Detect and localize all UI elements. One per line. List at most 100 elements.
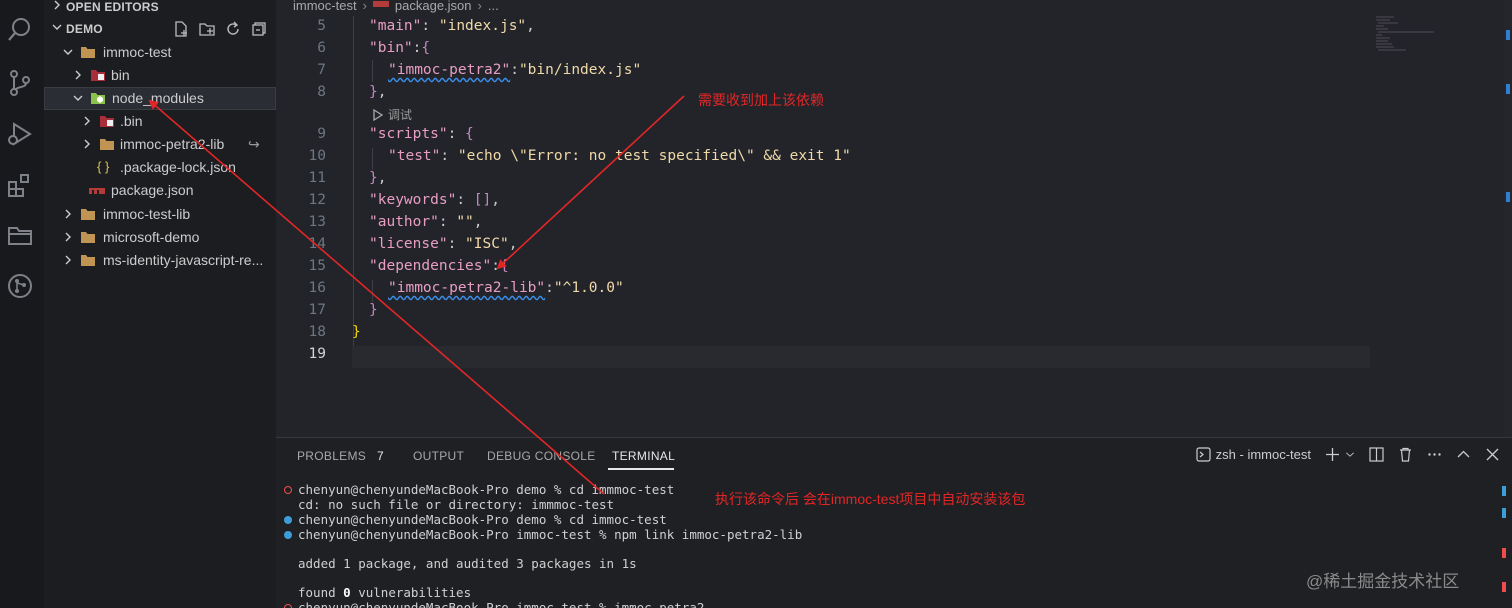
code-line: 13 "author": "",: [276, 212, 1512, 234]
tree-folder-immoc-test[interactable]: immoc-test: [44, 41, 276, 64]
scroll-marker: [1502, 486, 1506, 496]
tree-folder-dot-bin[interactable]: .bin: [44, 110, 276, 133]
json-file-icon: { }: [97, 159, 110, 174]
tree-folder-node-modules[interactable]: node_modules: [44, 87, 276, 110]
more-actions-button[interactable]: [1427, 447, 1442, 462]
chevron-right-icon: [65, 209, 71, 219]
chevron-right-icon: ›: [477, 0, 482, 13]
tree-label: bin: [111, 67, 130, 83]
code-line: 15 "dependencies":{: [276, 256, 1512, 278]
run-debug-icon[interactable]: [6, 120, 34, 148]
tree-label: .package-lock.json: [120, 159, 236, 175]
breadcrumb-item[interactable]: package.json: [395, 0, 472, 13]
line-number: 16: [308, 280, 326, 296]
debug-codelens[interactable]: 调试: [372, 106, 412, 123]
watermark: @稀土掘金技术社区: [1306, 572, 1460, 591]
terminal-icon: [1196, 447, 1211, 462]
extensions-icon[interactable]: [6, 172, 34, 200]
new-folder-icon[interactable]: [198, 20, 216, 38]
tree-folder-ms-identity[interactable]: ms-identity-javascript-re...: [44, 249, 276, 272]
command-success-icon: [284, 516, 292, 524]
terminal-line: chenyun@chenyundeMacBook-Pro immoc-test …: [298, 527, 803, 542]
terminal-line: cd: no such file or directory: immmoc-te…: [298, 497, 615, 512]
problems-count-badge: 7: [377, 449, 384, 463]
kill-terminal-button[interactable]: [1398, 447, 1413, 462]
line-number: 15: [308, 258, 326, 274]
code-line: 12 "keywords": [],: [276, 190, 1512, 212]
terminal-selector[interactable]: zsh - immoc-test: [1196, 447, 1311, 462]
workspace-header[interactable]: DEMO: [44, 19, 276, 39]
chevron-right-icon: ›: [362, 0, 367, 13]
tree-label: immoc-test-lib: [103, 206, 191, 222]
chevron-right-icon: [65, 255, 71, 265]
line-number: 8: [317, 84, 326, 100]
bin-folder-icon: [100, 116, 114, 127]
terminal-line: found 0 vulnerabilities: [298, 585, 472, 600]
split-icon: [1369, 447, 1384, 462]
tree-label: immoc-petra2-lib: [120, 136, 225, 152]
refresh-icon[interactable]: [224, 20, 242, 38]
symlink-icon: ↪: [248, 136, 260, 152]
tree-file-package-lock[interactable]: { } .package-lock.json: [44, 156, 276, 179]
line-number: 6: [317, 40, 326, 56]
search-icon[interactable]: [6, 16, 34, 44]
tab-terminal[interactable]: TERMINAL: [612, 449, 675, 463]
scroll-marker: [1506, 84, 1510, 94]
breadcrumb-item[interactable]: ...: [488, 0, 499, 13]
tree-folder-bin[interactable]: bin: [44, 64, 276, 87]
chevron-right-icon: [84, 139, 90, 149]
terminal-scrollbar[interactable]: [1502, 478, 1508, 608]
line-number: 5: [317, 18, 326, 34]
folder-icon: [81, 209, 95, 220]
editor-scrollbar[interactable]: [1504, 0, 1512, 437]
tree-label: microsoft-demo: [103, 229, 200, 245]
collapse-all-icon[interactable]: [250, 20, 268, 38]
tree-label: .bin: [120, 113, 143, 129]
trash-icon: [1400, 447, 1411, 462]
maximize-panel-button[interactable]: [1456, 447, 1471, 462]
code-editor[interactable]: immoc-test › package.json › ... 5 "main"…: [276, 0, 1512, 437]
tree-label: node_modules: [112, 90, 204, 106]
close-panel-button[interactable]: [1485, 447, 1500, 462]
folder-icon: [100, 139, 114, 150]
code-line: 8 },: [276, 82, 1512, 104]
chevron-down-icon: [1346, 452, 1354, 457]
tree-folder-immoc-petra2-lib[interactable]: immoc-petra2-lib ↪: [44, 133, 276, 156]
terminal-line: chenyun@chenyundeMacBook-Pro demo % cd i…: [298, 482, 675, 497]
split-terminal-button[interactable]: [1369, 447, 1384, 462]
scroll-marker: [1502, 508, 1506, 518]
line-number: 9: [317, 126, 326, 142]
tab-output[interactable]: OUTPUT: [413, 449, 464, 463]
chevron-down-icon: [63, 49, 73, 55]
line-number: 18: [308, 324, 326, 340]
explorer-folder-icon[interactable]: [6, 221, 34, 249]
tab-debug-console[interactable]: DEBUG CONSOLE: [487, 449, 596, 463]
code-line: 5 "main": "index.js",: [276, 16, 1512, 38]
tree-folder-microsoft-demo[interactable]: microsoft-demo: [44, 226, 276, 249]
line-number: 10: [308, 148, 326, 164]
new-terminal-button[interactable]: [1325, 447, 1355, 462]
command-failed-icon: [284, 604, 292, 608]
code-line: 6 "bin":{: [276, 38, 1512, 60]
line-number: 14: [308, 236, 326, 252]
section-title: OPEN EDITORS: [66, 0, 159, 14]
breadcrumb-item[interactable]: immoc-test: [293, 0, 357, 13]
plus-icon: [1326, 448, 1339, 461]
chevron-right-icon: [84, 116, 90, 126]
tree-file-package-json[interactable]: package.json: [44, 179, 276, 202]
tab-problems[interactable]: PROBLEMS: [297, 449, 366, 463]
codelens-label: 调试: [388, 108, 413, 122]
open-editors-header[interactable]: OPEN EDITORS: [44, 0, 276, 17]
minimap[interactable]: [1374, 14, 1438, 54]
tree-label: ms-identity-javascript-re...: [103, 252, 264, 268]
ellipsis-icon: [1428, 453, 1441, 456]
terminal-line: chenyun@chenyundeMacBook-Pro immoc-test …: [298, 600, 705, 608]
code-line: 19: [276, 344, 1512, 366]
code-line: 9 "scripts": {: [276, 124, 1512, 146]
tree-folder-immoc-test-lib[interactable]: immoc-test-lib: [44, 203, 276, 226]
new-file-icon[interactable]: [172, 20, 190, 38]
git-graph-icon[interactable]: [6, 272, 34, 300]
source-control-icon[interactable]: [6, 69, 34, 97]
code-line: 14 "license": "ISC",: [276, 234, 1512, 256]
node-folder-icon: [91, 93, 105, 104]
